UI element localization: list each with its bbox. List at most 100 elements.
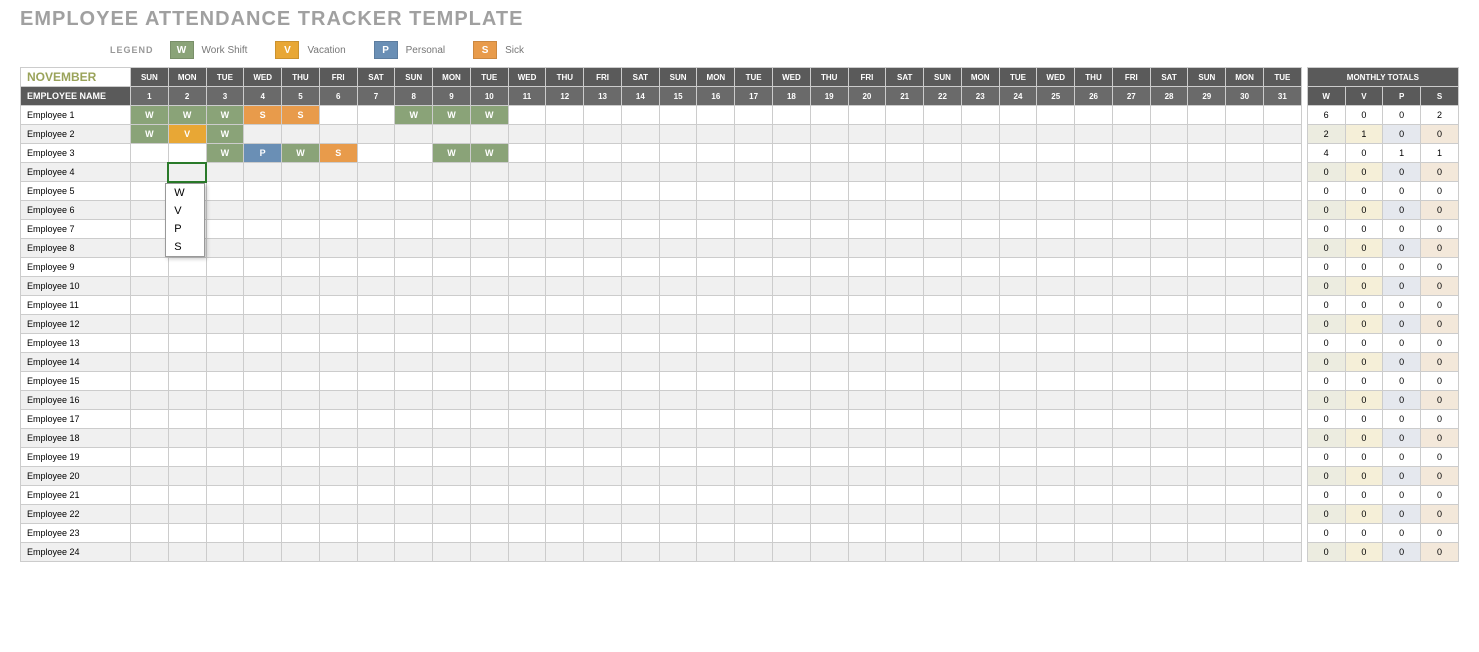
attendance-cell[interactable] [1037,467,1075,486]
attendance-cell[interactable] [924,258,962,277]
attendance-cell[interactable] [546,448,584,467]
attendance-cell[interactable] [319,315,357,334]
attendance-cell[interactable] [395,391,433,410]
attendance-cell[interactable] [131,524,169,543]
attendance-cell[interactable] [659,125,697,144]
employee-name[interactable]: Employee 20 [21,467,131,486]
attendance-cell[interactable] [1075,125,1113,144]
attendance-cell[interactable] [810,296,848,315]
attendance-cell[interactable] [1150,334,1188,353]
attendance-cell[interactable] [395,315,433,334]
attendance-cell[interactable] [924,353,962,372]
attendance-cell[interactable] [433,277,471,296]
attendance-cell[interactable] [999,144,1037,163]
attendance-cell[interactable] [508,182,546,201]
attendance-cell[interactable] [886,391,924,410]
attendance-cell[interactable] [1150,486,1188,505]
attendance-cell[interactable] [131,410,169,429]
attendance-cell[interactable] [1037,277,1075,296]
attendance-cell[interactable] [659,429,697,448]
attendance-cell[interactable] [697,524,735,543]
attendance-cell[interactable] [621,524,659,543]
attendance-cell[interactable] [395,372,433,391]
attendance-cell[interactable] [1226,410,1264,429]
attendance-cell[interactable] [961,448,999,467]
attendance-cell[interactable] [282,220,320,239]
attendance-cell[interactable] [697,220,735,239]
attendance-cell[interactable] [508,410,546,429]
attendance-cell[interactable] [433,410,471,429]
attendance-cell[interactable] [1037,505,1075,524]
attendance-cell[interactable] [1112,182,1150,201]
attendance-cell[interactable] [773,467,811,486]
attendance-cell[interactable] [1188,524,1226,543]
attendance-cell[interactable] [282,467,320,486]
attendance-cell[interactable] [357,106,395,125]
attendance-cell[interactable] [1112,201,1150,220]
attendance-cell[interactable] [886,163,924,182]
attendance-cell[interactable] [961,372,999,391]
attendance-cell[interactable] [735,239,773,258]
dropdown-arrow-icon[interactable]: ▼ [206,163,207,182]
attendance-cell[interactable] [584,239,622,258]
attendance-cell[interactable] [433,315,471,334]
attendance-cell[interactable] [357,467,395,486]
attendance-cell[interactable] [810,163,848,182]
attendance-cell[interactable] [961,467,999,486]
attendance-cell[interactable] [999,410,1037,429]
attendance-cell[interactable] [1112,524,1150,543]
attendance-cell[interactable] [508,334,546,353]
attendance-cell[interactable] [244,277,282,296]
attendance-cell[interactable] [961,505,999,524]
attendance-cell[interactable] [1112,125,1150,144]
attendance-cell[interactable] [924,524,962,543]
attendance-cell[interactable] [999,315,1037,334]
attendance-cell[interactable] [546,201,584,220]
attendance-cell[interactable] [508,505,546,524]
attendance-cell[interactable] [924,201,962,220]
attendance-cell[interactable] [697,125,735,144]
attendance-cell[interactable] [1075,543,1113,562]
attendance-cell[interactable] [961,201,999,220]
attendance-cell[interactable] [433,543,471,562]
attendance-cell[interactable] [470,334,508,353]
attendance-cell[interactable] [1226,334,1264,353]
attendance-cell[interactable] [735,429,773,448]
attendance-cell[interactable] [131,391,169,410]
attendance-cell[interactable] [433,239,471,258]
employee-name[interactable]: Employee 13 [21,334,131,353]
attendance-cell[interactable] [621,505,659,524]
attendance-cell[interactable] [508,524,546,543]
attendance-cell[interactable] [206,543,244,562]
attendance-cell[interactable] [961,353,999,372]
attendance-cell[interactable]: S [244,106,282,125]
attendance-cell[interactable] [924,505,962,524]
attendance-cell[interactable] [659,163,697,182]
attendance-cell[interactable] [584,448,622,467]
attendance-cell[interactable] [395,258,433,277]
attendance-cell[interactable] [1112,239,1150,258]
attendance-cell[interactable] [546,486,584,505]
attendance-cell[interactable] [810,353,848,372]
attendance-cell[interactable] [1112,315,1150,334]
attendance-cell[interactable] [1150,144,1188,163]
attendance-cell[interactable] [282,125,320,144]
attendance-cell[interactable] [1263,429,1301,448]
employee-name[interactable]: Employee 9 [21,258,131,277]
attendance-cell[interactable] [584,277,622,296]
attendance-cell[interactable] [357,372,395,391]
attendance-cell[interactable] [810,486,848,505]
attendance-cell[interactable] [1037,182,1075,201]
attendance-cell[interactable] [621,163,659,182]
attendance-cell[interactable] [1263,182,1301,201]
attendance-cell[interactable] [168,353,206,372]
attendance-cell[interactable] [546,220,584,239]
attendance-cell[interactable] [735,258,773,277]
attendance-cell[interactable]: P [244,144,282,163]
attendance-cell[interactable] [924,486,962,505]
attendance-cell[interactable]: W [206,144,244,163]
employee-name[interactable]: Employee 15 [21,372,131,391]
attendance-cell[interactable] [357,277,395,296]
attendance-cell[interactable] [433,296,471,315]
attendance-cell[interactable] [433,448,471,467]
